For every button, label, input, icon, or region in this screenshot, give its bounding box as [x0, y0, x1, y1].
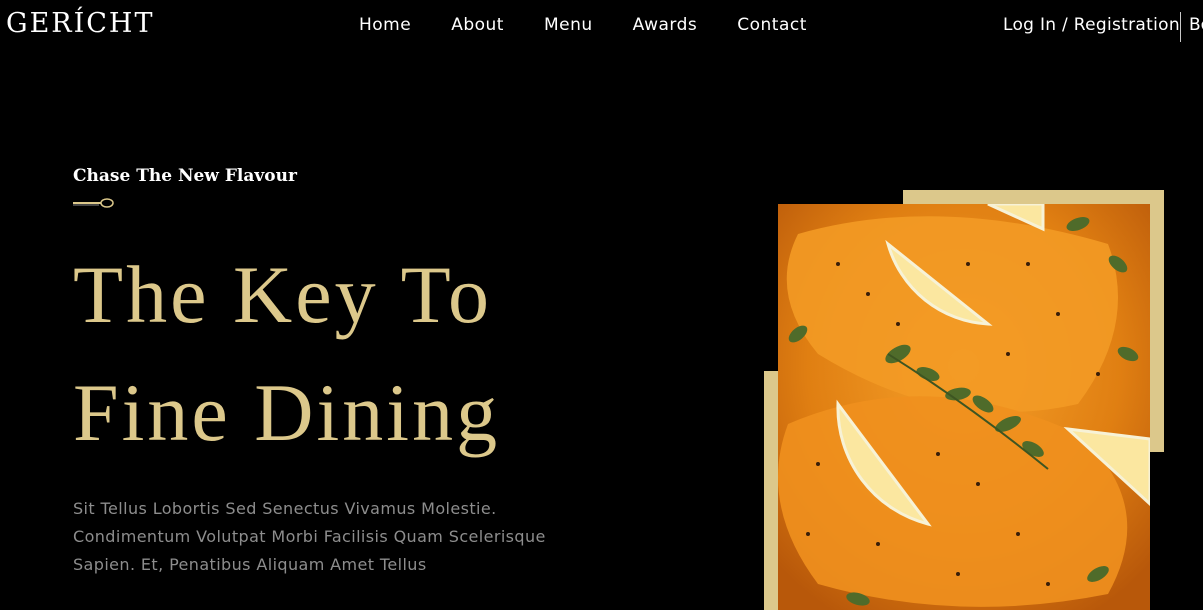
nav-links: Home About Menu Awards Contact	[359, 15, 807, 35]
hero-description: Sit Tellus Lobortis Sed Senectus Vivamus…	[73, 499, 546, 574]
hero-headline-line-1: The Key To	[73, 249, 492, 340]
hero-headline-line-2: Fine Dining	[73, 367, 501, 458]
logo[interactable]: GERÍCHT	[6, 8, 155, 39]
hero-subtitle: Chase The New Flavour	[73, 166, 297, 186]
nav-link-awards[interactable]: Awards	[633, 15, 698, 35]
hero-headline: The Key To Fine Dining	[73, 236, 500, 472]
book-table-link[interactable]: Bo	[1189, 15, 1203, 35]
spoon-icon	[73, 198, 114, 208]
navbar: GERÍCHT Home About Menu Awards Contact L…	[0, 0, 1203, 54]
login-link[interactable]: Log In / Registration	[1003, 15, 1180, 35]
nav-divider	[1180, 12, 1181, 42]
nav-link-menu[interactable]: Menu	[544, 15, 593, 35]
nav-link-home[interactable]: Home	[359, 15, 411, 35]
hero-food-image	[778, 204, 1150, 610]
nav-link-contact[interactable]: Contact	[737, 15, 807, 35]
nav-link-about[interactable]: About	[451, 15, 504, 35]
